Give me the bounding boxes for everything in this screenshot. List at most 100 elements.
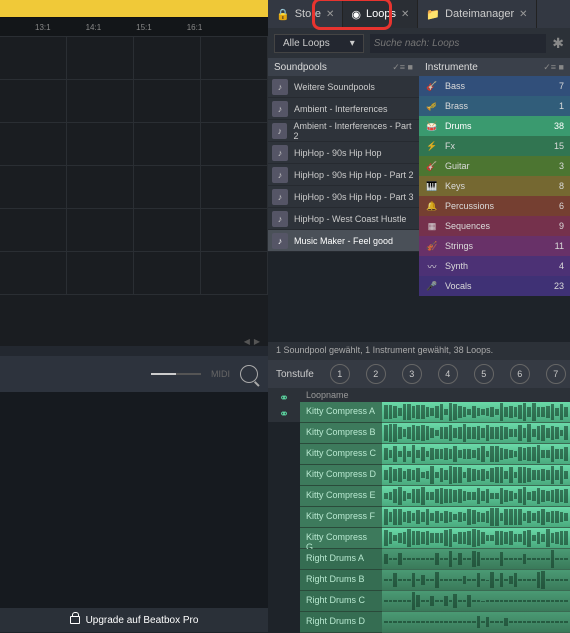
tonstufe-level[interactable]: 5	[474, 364, 494, 384]
waveform[interactable]	[382, 570, 570, 591]
instrument-item[interactable]: 🎻Strings11	[419, 236, 570, 256]
loop-row[interactable]: Kitty Compress E	[300, 486, 570, 507]
loop-name: Right Drums C	[300, 591, 382, 612]
close-icon[interactable]: ✕	[401, 9, 409, 20]
upgrade-bar[interactable]: Upgrade auf Beatbox Pro	[0, 608, 268, 632]
loop-name: Right Drums A	[300, 549, 382, 570]
soundpool-item[interactable]: ♪Weitere Soundpools	[268, 76, 419, 98]
instrument-count: 9	[559, 221, 564, 231]
loop-row[interactable]: Right Drums A	[300, 549, 570, 570]
loop-name: Kitty Compress C	[300, 444, 382, 465]
search-icon[interactable]	[240, 365, 258, 383]
instruments-header: Instrumente ✓≡ ■	[419, 58, 570, 76]
instrument-item[interactable]: 🎹Keys8	[419, 176, 570, 196]
bottom-controls: MIDI	[0, 356, 268, 392]
instrument-icon: 🔔	[425, 199, 439, 213]
soundpool-thumb: ♪	[272, 123, 287, 139]
instrument-count: 3	[559, 161, 564, 171]
instrument-item[interactable]: 🎸Bass7	[419, 76, 570, 96]
tonstufe-level[interactable]: 1	[330, 364, 350, 384]
loop-row[interactable]: Kitty Compress B	[300, 423, 570, 444]
close-icon[interactable]: ✕	[519, 9, 527, 20]
waveform[interactable]	[382, 612, 570, 633]
upgrade-label: Upgrade auf Beatbox Pro	[86, 615, 199, 626]
waveform[interactable]	[382, 549, 570, 570]
zoom-slider[interactable]	[151, 373, 201, 375]
loops-filter-dropdown[interactable]: Alle Loops▾	[274, 34, 364, 53]
loop-row[interactable]: Kitty Compress F	[300, 507, 570, 528]
soundpool-item[interactable]: ♪Ambient - Interferences	[268, 98, 419, 120]
list-options-icon[interactable]: ✓≡ ■	[392, 62, 413, 73]
soundpool-item[interactable]: ♪HipHop - 90s Hip Hop - Part 2	[268, 164, 419, 186]
soundpool-thumb: ♪	[272, 101, 288, 117]
soundpool-item[interactable]: ♪Music Maker - Feel good	[268, 230, 419, 252]
scroll-controls[interactable]: ◀▶	[0, 335, 268, 347]
loop-row[interactable]: Right Drums D	[300, 612, 570, 633]
soundpool-item[interactable]: ♪HipHop - 90s Hip Hop - Part 3	[268, 186, 419, 208]
tonstufe-level[interactable]: 3	[402, 364, 422, 384]
loop-row[interactable]: Right Drums C	[300, 591, 570, 612]
instrument-item[interactable]: 🎸Guitar3	[419, 156, 570, 176]
waveform[interactable]	[382, 528, 570, 549]
instrument-item[interactable]: 〰Synth4	[419, 256, 570, 276]
loop-row[interactable]: Kitty Compress C	[300, 444, 570, 465]
waveform[interactable]	[382, 486, 570, 507]
loop-row[interactable]: Right Drums B	[300, 570, 570, 591]
loop-name: Kitty Compress F	[300, 507, 382, 528]
waveform[interactable]	[382, 507, 570, 528]
waveform[interactable]	[382, 591, 570, 612]
instrument-count: 1	[559, 101, 564, 111]
timeline-bar	[0, 0, 268, 18]
instrument-item[interactable]: ⚡Fx15	[419, 136, 570, 156]
instrument-count: 8	[559, 181, 564, 191]
instrument-item[interactable]: 🥁Drums38	[419, 116, 570, 136]
timeline-marker: 13:1	[35, 23, 51, 32]
instrument-item[interactable]: 🎤Vocals23	[419, 276, 570, 296]
instruments-list: Instrumente ✓≡ ■ 🎸Bass7🎺Brass1🥁Drums38⚡F…	[419, 58, 570, 296]
soundpool-thumb: ♪	[272, 79, 288, 95]
instrument-icon: 🎺	[425, 99, 439, 113]
instrument-icon: 🥁	[425, 119, 439, 133]
timeline-ruler[interactable]: 13:1 14:1 15:1 16:1	[0, 18, 268, 36]
tonstufe-label: Tonstufe	[276, 369, 314, 380]
instrument-icon: 🎤	[425, 279, 439, 293]
search-input[interactable]	[370, 34, 547, 53]
waveform[interactable]	[382, 423, 570, 444]
instrument-icon: 🎸	[425, 159, 439, 173]
soundpool-item[interactable]: ♪HipHop - West Coast Hustle	[268, 208, 419, 230]
list-options-icon[interactable]: ✓≡ ■	[543, 62, 564, 73]
link-icon[interactable]: ⚭	[279, 407, 289, 421]
instrument-item[interactable]: ▦Sequences9	[419, 216, 570, 236]
tonstufe-level[interactable]: 4	[438, 364, 458, 384]
tonstufe-level[interactable]: 2	[366, 364, 386, 384]
track-grid[interactable]	[0, 36, 268, 346]
loop-row[interactable]: Kitty Compress D	[300, 465, 570, 486]
waveform[interactable]	[382, 402, 570, 423]
loop-name: Kitty Compress B	[300, 423, 382, 444]
soundpool-thumb: ♪	[272, 145, 288, 161]
instrument-item[interactable]: 🔔Percussions6	[419, 196, 570, 216]
tonstufe-row: Tonstufe 1234567	[268, 360, 570, 388]
instrument-item[interactable]: 🎺Brass1	[419, 96, 570, 116]
soundpools-list: Soundpools ✓≡ ■ ♪Weitere Soundpools♪Ambi…	[268, 58, 419, 296]
loop-row[interactable]: Kitty Compress G	[300, 528, 570, 549]
tonstufe-level[interactable]: 6	[510, 364, 530, 384]
status-bar: 1 Soundpool gewählt, 1 Instrument gewähl…	[268, 342, 570, 360]
tab-dateimanager[interactable]: 📁 Dateimanager ✕	[418, 0, 536, 28]
lock-icon	[70, 616, 80, 624]
instrument-count: 7	[559, 81, 564, 91]
filter-row: Alle Loops▾ ✱	[268, 28, 570, 58]
instrument-icon: 🎸	[425, 79, 439, 93]
waveform[interactable]	[382, 465, 570, 486]
gear-icon[interactable]: ✱	[552, 35, 564, 52]
soundpool-item[interactable]: ♪HipHop - 90s Hip Hop	[268, 142, 419, 164]
loop-name: Kitty Compress E	[300, 486, 382, 507]
link-icon[interactable]: ⚭	[279, 391, 289, 405]
waveform[interactable]	[382, 444, 570, 465]
timeline-marker: 15:1	[136, 23, 152, 32]
tonstufe-level[interactable]: 7	[546, 364, 566, 384]
instrument-icon: ▦	[425, 219, 439, 233]
soundpool-item[interactable]: ♪Ambient - Interferences - Part 2	[268, 120, 419, 142]
loop-row[interactable]: Kitty Compress A	[300, 402, 570, 423]
loop-name: Right Drums B	[300, 570, 382, 591]
